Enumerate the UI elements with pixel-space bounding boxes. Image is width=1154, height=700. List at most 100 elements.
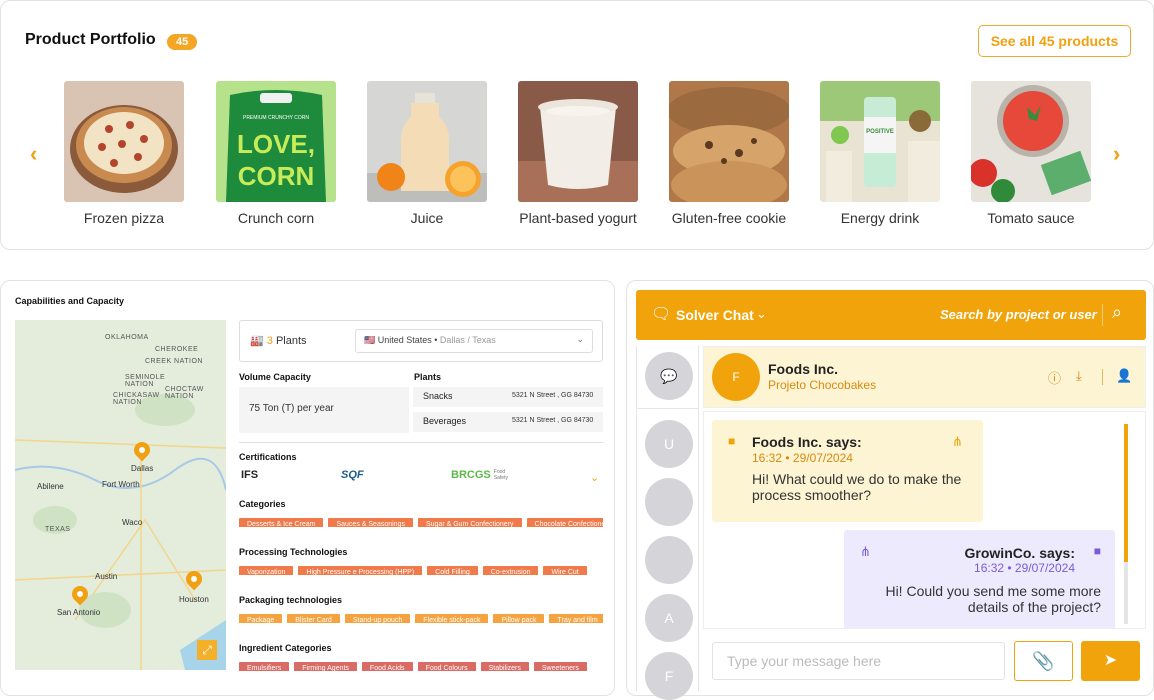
product-crunch-corn[interactable]: PREMIUM CRUNCHY CORN LOVE, CORN Crunch c…: [214, 81, 338, 226]
map-label: CHEROKEE: [155, 346, 199, 353]
conversation-sidebar: 💬 U A F: [636, 346, 699, 700]
send-icon: ➤: [1103, 652, 1118, 669]
crunch-corn-image: PREMIUM CRUNCHY CORN LOVE, CORN: [216, 81, 336, 202]
scrollbar-thumb[interactable]: [1124, 424, 1128, 562]
ingredient-chip[interactable]: Stabilizers: [480, 662, 529, 671]
map-label: OKLAHOMA: [105, 334, 149, 341]
packaging-chip[interactable]: Blister Card: [287, 614, 340, 623]
capabilities-card: Capabilities and Capacity OKLAHOMA CHERO…: [0, 280, 615, 696]
avatar[interactable]: [645, 478, 693, 526]
avatar[interactable]: F: [645, 652, 693, 700]
plants-header: Plants: [414, 372, 442, 382]
attach-file-button[interactable]: 📎: [1014, 641, 1073, 681]
processing-chip[interactable]: Wire Cut: [543, 566, 587, 575]
message-text: Hi! Could you send me some more details …: [885, 583, 1101, 615]
product-gluten-free-cookie[interactable]: Gluten-free cookie: [667, 81, 791, 226]
packaging-chip[interactable]: Stand-up pouch: [344, 614, 411, 623]
plants-map[interactable]: OKLAHOMA CHEROKEE CREEK NATION SEMINOLE …: [15, 320, 226, 670]
volume-capacity-header: Volume Capacity: [239, 372, 311, 382]
processing-chip[interactable]: Cold Filling: [427, 566, 478, 575]
send-button[interactable]: ➤: [1081, 641, 1140, 681]
categories-header: Categories: [239, 499, 286, 509]
avatar[interactable]: U: [645, 420, 693, 468]
chat-search-input[interactable]: Search by project or user: [940, 307, 1097, 322]
avatar[interactable]: A: [645, 594, 693, 642]
product-plant-based-yogurt[interactable]: Plant-based yogurt: [516, 81, 640, 226]
chevron-left-icon[interactable]: ‹: [30, 141, 37, 167]
product-energy-drink[interactable]: POSITIVE Energy drink: [818, 81, 942, 226]
see-all-products-button[interactable]: See all 45 products: [978, 25, 1131, 57]
ingredient-chip[interactable]: Emulsifiers: [239, 662, 290, 671]
paperclip-icon: 📎: [1032, 651, 1055, 671]
chevron-down-icon[interactable]: ⌄: [756, 306, 767, 322]
expand-certifications-icon[interactable]: ⌄: [590, 471, 599, 484]
download-icon[interactable]: ⤓: [1076, 368, 1082, 384]
search-icon[interactable]: ⌕: [1112, 302, 1122, 323]
product-label: Energy drink: [840, 210, 920, 226]
avatar[interactable]: [645, 536, 693, 584]
message-time: 16:32 • 29/07/2024: [752, 451, 853, 465]
messages-scrollbar[interactable]: [1124, 424, 1128, 624]
certifications-header: Certifications: [239, 452, 297, 462]
ingredient-chip[interactable]: Food Colours: [417, 662, 476, 671]
processing-list: Vaporization High Pressure e Processing (…: [239, 561, 603, 575]
product-frozen-pizza[interactable]: Frozen pizza: [62, 81, 186, 226]
info-icon[interactable]: ⓘ: [1048, 368, 1061, 387]
country-select[interactable]: 🇺🇸 United States • Dallas / Texas ⌄: [355, 329, 593, 353]
add-user-icon[interactable]: 👤: [1116, 368, 1132, 384]
product-label: Plant-based yogurt: [519, 210, 637, 226]
frozen-pizza-image: [64, 81, 184, 202]
processing-chip[interactable]: Co-extrusion: [482, 566, 539, 575]
divider: [1102, 304, 1103, 326]
packaging-chip[interactable]: Package: [239, 614, 283, 623]
map-city: Austin: [95, 572, 118, 581]
portfolio-title: Product Portfolio: [25, 31, 156, 48]
category-chip[interactable]: Desserts & Ice Cream: [239, 518, 324, 527]
processing-chip[interactable]: High Pressure e Processing (HPP): [298, 566, 423, 575]
map-label: CHICKASAW NATION: [113, 392, 160, 406]
message-text: Hi! What could we do to make the process…: [752, 471, 962, 503]
chevron-right-icon[interactable]: ›: [1113, 141, 1120, 167]
svg-text:CORN: CORN: [238, 161, 315, 191]
category-chip[interactable]: Chocolate Confectionery: [526, 518, 603, 527]
map-city: Houston: [179, 595, 209, 604]
packaging-list: Package Blister Card Stand-up pouch Flexibl…: [239, 609, 603, 623]
category-chip[interactable]: Sugar & Gum Confectionery: [417, 518, 522, 527]
factory-icon: 🏭: [250, 335, 264, 347]
plants-summary: 🏭 3 Plants 🇺🇸 United States • Dallas / T…: [239, 320, 603, 362]
map-label: CREEK NATION: [145, 358, 203, 365]
category-chip[interactable]: Sauces & Seasonings: [328, 518, 413, 527]
product-juice[interactable]: Juice: [365, 81, 489, 226]
ingredient-chip[interactable]: Sweeteners: [533, 662, 587, 671]
packaging-chip[interactable]: Flexible stick-pack: [415, 614, 489, 623]
message-time: 16:32 • 29/07/2024: [974, 561, 1075, 575]
chat-title[interactable]: Solver Chat: [676, 307, 754, 323]
plant-row: Snacks 5321 N Street , GG 84730: [413, 387, 603, 407]
conversation-project[interactable]: Projeto Chocobakes: [768, 378, 876, 392]
ingredient-chip[interactable]: Food Acids: [361, 662, 413, 671]
messages-area[interactable]: ■ Foods Inc. says: 16:32 • 29/07/2024 Hi…: [703, 411, 1146, 629]
processing-chip[interactable]: Vaporization: [239, 566, 294, 575]
ingredient-chip[interactable]: Firming Agents: [294, 662, 357, 671]
plants-count-label: 🏭 3 Plants: [250, 335, 307, 347]
svg-text:LOVE,: LOVE,: [237, 129, 315, 159]
message-author: Foods Inc. says:: [752, 434, 862, 450]
message-author: GrowinCo. says:: [964, 545, 1075, 561]
solver-chat-card: 🗨 Solver Chat ⌄ Search by project or use…: [626, 280, 1154, 700]
message-incoming: ■ Foods Inc. says: 16:32 • 29/07/2024 Hi…: [712, 420, 983, 522]
categories-list: Desserts & Ice Cream Sauces & Seasonings S…: [239, 513, 603, 527]
share-icon[interactable]: ⋔: [952, 434, 963, 450]
packaging-chip[interactable]: Tray and film: [549, 614, 603, 623]
packaging-chip[interactable]: Pillow pack: [493, 614, 545, 623]
product-tomato-sauce[interactable]: Tomato sauce: [969, 81, 1093, 226]
share-icon[interactable]: ⋔: [860, 544, 871, 560]
message-icon: ■: [1093, 544, 1101, 558]
chat-list-icon[interactable]: 💬: [645, 352, 693, 400]
sqf-logo: SQF: [341, 469, 364, 481]
expand-map-icon[interactable]: ⤢: [197, 640, 217, 660]
map-label: TEXAS: [45, 526, 71, 533]
product-label: Juice: [410, 210, 444, 226]
map-label: CHOCTAW NATION: [165, 386, 204, 400]
message-input[interactable]: Type your message here: [712, 642, 1005, 680]
product-label: Crunch corn: [237, 210, 315, 226]
